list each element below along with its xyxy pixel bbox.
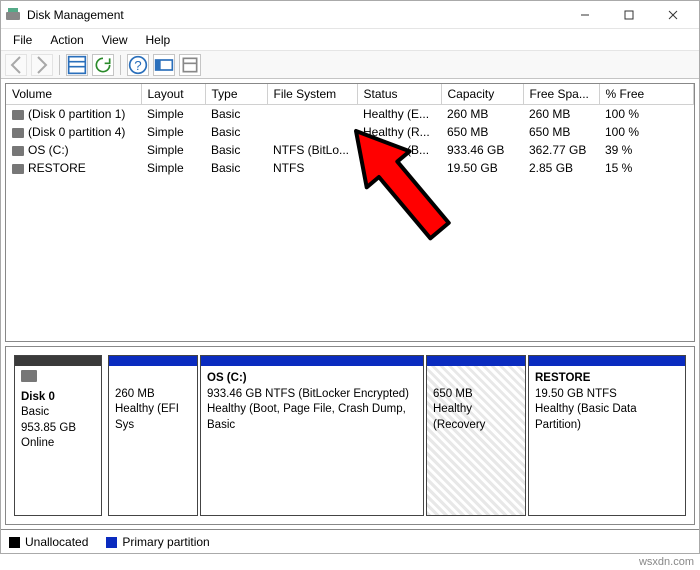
partition-status: Healthy (Boot, Page File, Crash Dump, Ba…: [207, 403, 406, 431]
col-pctfree[interactable]: % Free: [599, 84, 694, 105]
swatch-unallocated-icon: [9, 537, 20, 548]
col-freespace[interactable]: Free Spa...: [523, 84, 599, 105]
disk-name: Disk 0: [21, 391, 55, 403]
partition-recovery[interactable]: 650 MB Healthy (Recovery: [426, 355, 526, 516]
close-button[interactable]: [651, 1, 695, 29]
volume-table: Volume Layout Type File System Status Ca…: [6, 84, 694, 177]
col-volume[interactable]: Volume: [6, 84, 141, 105]
disk-icon: [21, 370, 37, 382]
properties-button[interactable]: [179, 54, 201, 76]
view-graphical-button[interactable]: [153, 54, 175, 76]
partition-status: Healthy (EFI Sys: [115, 403, 179, 431]
window-controls: [563, 1, 695, 29]
partition-os[interactable]: OS (C:) 933.46 GB NTFS (BitLocker Encryp…: [200, 355, 424, 516]
maximize-button[interactable]: [607, 1, 651, 29]
toolbar: ?: [1, 51, 699, 79]
menu-action[interactable]: Action: [42, 31, 91, 49]
partition-status: Healthy (Basic Data Partition): [535, 403, 637, 431]
help-button[interactable]: ?: [127, 54, 149, 76]
volume-icon: [12, 164, 24, 174]
footer-credit: wsxdn.com: [0, 554, 700, 570]
back-button[interactable]: [5, 54, 27, 76]
partition-title: RESTORE: [535, 372, 590, 384]
svg-text:?: ?: [134, 58, 141, 73]
col-filesystem[interactable]: File System: [267, 84, 357, 105]
disk-header[interactable]: Disk 0 Basic 953.85 GB Online: [14, 355, 102, 516]
disk-state: Online: [21, 437, 54, 449]
partition-status: Healthy (Recovery: [433, 403, 485, 431]
col-capacity[interactable]: Capacity: [441, 84, 523, 105]
volume-icon: [12, 110, 24, 120]
toolbar-separator: [59, 55, 60, 75]
refresh-button[interactable]: [92, 54, 114, 76]
col-status[interactable]: Status: [357, 84, 441, 105]
partition-title: OS (C:): [207, 372, 247, 384]
toolbar-separator-2: [120, 55, 121, 75]
app-icon: [5, 7, 21, 23]
legend-unallocated: Unallocated: [9, 535, 88, 549]
volume-icon: [12, 128, 24, 138]
table-row[interactable]: (Disk 0 partition 1)SimpleBasicHealthy (…: [6, 105, 694, 124]
table-row[interactable]: (Disk 0 partition 4)SimpleBasicHealthy (…: [6, 123, 694, 141]
menubar: File Action View Help: [1, 29, 699, 51]
window-title: Disk Management: [27, 8, 563, 22]
menu-view[interactable]: View: [94, 31, 136, 49]
disk-map-pane: Disk 0 Basic 953.85 GB Online 260 MB Hea…: [5, 346, 695, 525]
swatch-primary-icon: [106, 537, 117, 548]
legend-primary: Primary partition: [106, 535, 209, 549]
titlebar: Disk Management: [1, 1, 699, 29]
content-area: Volume Layout Type File System Status Ca…: [1, 79, 699, 529]
table-header-row: Volume Layout Type File System Status Ca…: [6, 84, 694, 105]
menu-file[interactable]: File: [5, 31, 40, 49]
disk-size: 953.85 GB: [21, 422, 76, 434]
table-row[interactable]: RESTORESimpleBasicNTFS19.50 GB2.85 GB15 …: [6, 159, 694, 177]
minimize-button[interactable]: [563, 1, 607, 29]
partition-restore[interactable]: RESTORE 19.50 GB NTFS Healthy (Basic Dat…: [528, 355, 686, 516]
partition-size: 260 MB: [115, 388, 155, 400]
partition-size: 933.46 GB NTFS (BitLocker Encrypted): [207, 388, 409, 400]
volume-list-pane[interactable]: Volume Layout Type File System Status Ca…: [5, 83, 695, 342]
disk-type: Basic: [21, 406, 49, 418]
partition-size: 19.50 GB NTFS: [535, 388, 617, 400]
menu-help[interactable]: Help: [138, 31, 179, 49]
partition-size: 650 MB: [433, 388, 473, 400]
table-row[interactable]: OS (C:)SimpleBasicNTFS (BitLo...Healthy …: [6, 141, 694, 159]
col-layout[interactable]: Layout: [141, 84, 205, 105]
col-type[interactable]: Type: [205, 84, 267, 105]
partition-map: 260 MB Healthy (EFI Sys OS (C:) 933.46 G…: [108, 355, 686, 516]
forward-button[interactable]: [31, 54, 53, 76]
partition-efi[interactable]: 260 MB Healthy (EFI Sys: [108, 355, 198, 516]
legend: Unallocated Primary partition: [1, 529, 699, 553]
volume-icon: [12, 146, 24, 156]
view-list-button[interactable]: [66, 54, 88, 76]
window-root: Disk Management File Action View Help ?: [0, 0, 700, 554]
